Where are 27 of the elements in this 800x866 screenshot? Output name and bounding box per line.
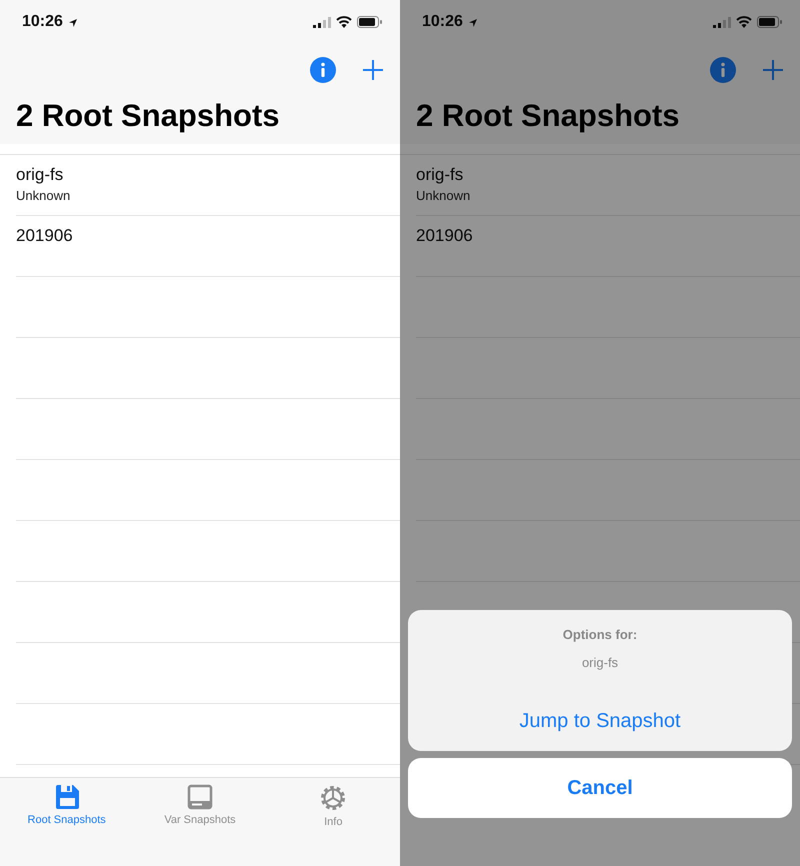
info-button[interactable]	[310, 57, 336, 83]
tab-item[interactable]: Info	[273, 784, 394, 838]
tab-item[interactable]: Root Snapshots	[6, 784, 127, 838]
page-title: 2 Root Snapshots	[0, 96, 400, 144]
status-time: 10:26	[22, 13, 63, 31]
signal-icon	[713, 16, 731, 28]
snapshot-row[interactable]: orig-fs Unknown	[416, 155, 800, 216]
wifi-icon	[336, 16, 352, 28]
info-button[interactable]	[710, 57, 736, 83]
sheet-title: Options for:	[562, 627, 638, 642]
status-time: 10:26	[422, 13, 463, 31]
tab-item[interactable]: Var Snapshots	[140, 784, 260, 838]
wifi-icon	[736, 16, 752, 28]
page-title: 2 Root Snapshots	[400, 96, 800, 144]
signal-icon	[313, 16, 331, 28]
location-arrow-icon	[68, 18, 78, 28]
add-button[interactable]	[762, 59, 784, 81]
add-button[interactable]	[362, 59, 384, 81]
sheet-message: orig-fs	[582, 655, 618, 670]
drive-icon	[186, 784, 213, 810]
battery-icon	[357, 16, 382, 28]
battery-icon	[757, 16, 782, 28]
location-arrow-icon	[468, 18, 478, 28]
jump-button[interactable]: Jump to Snapshot	[519, 710, 681, 733]
cancel-button[interactable]: Cancel	[408, 758, 792, 818]
snapshot-row[interactable]: 201906	[416, 216, 800, 277]
gear-icon	[319, 784, 348, 812]
